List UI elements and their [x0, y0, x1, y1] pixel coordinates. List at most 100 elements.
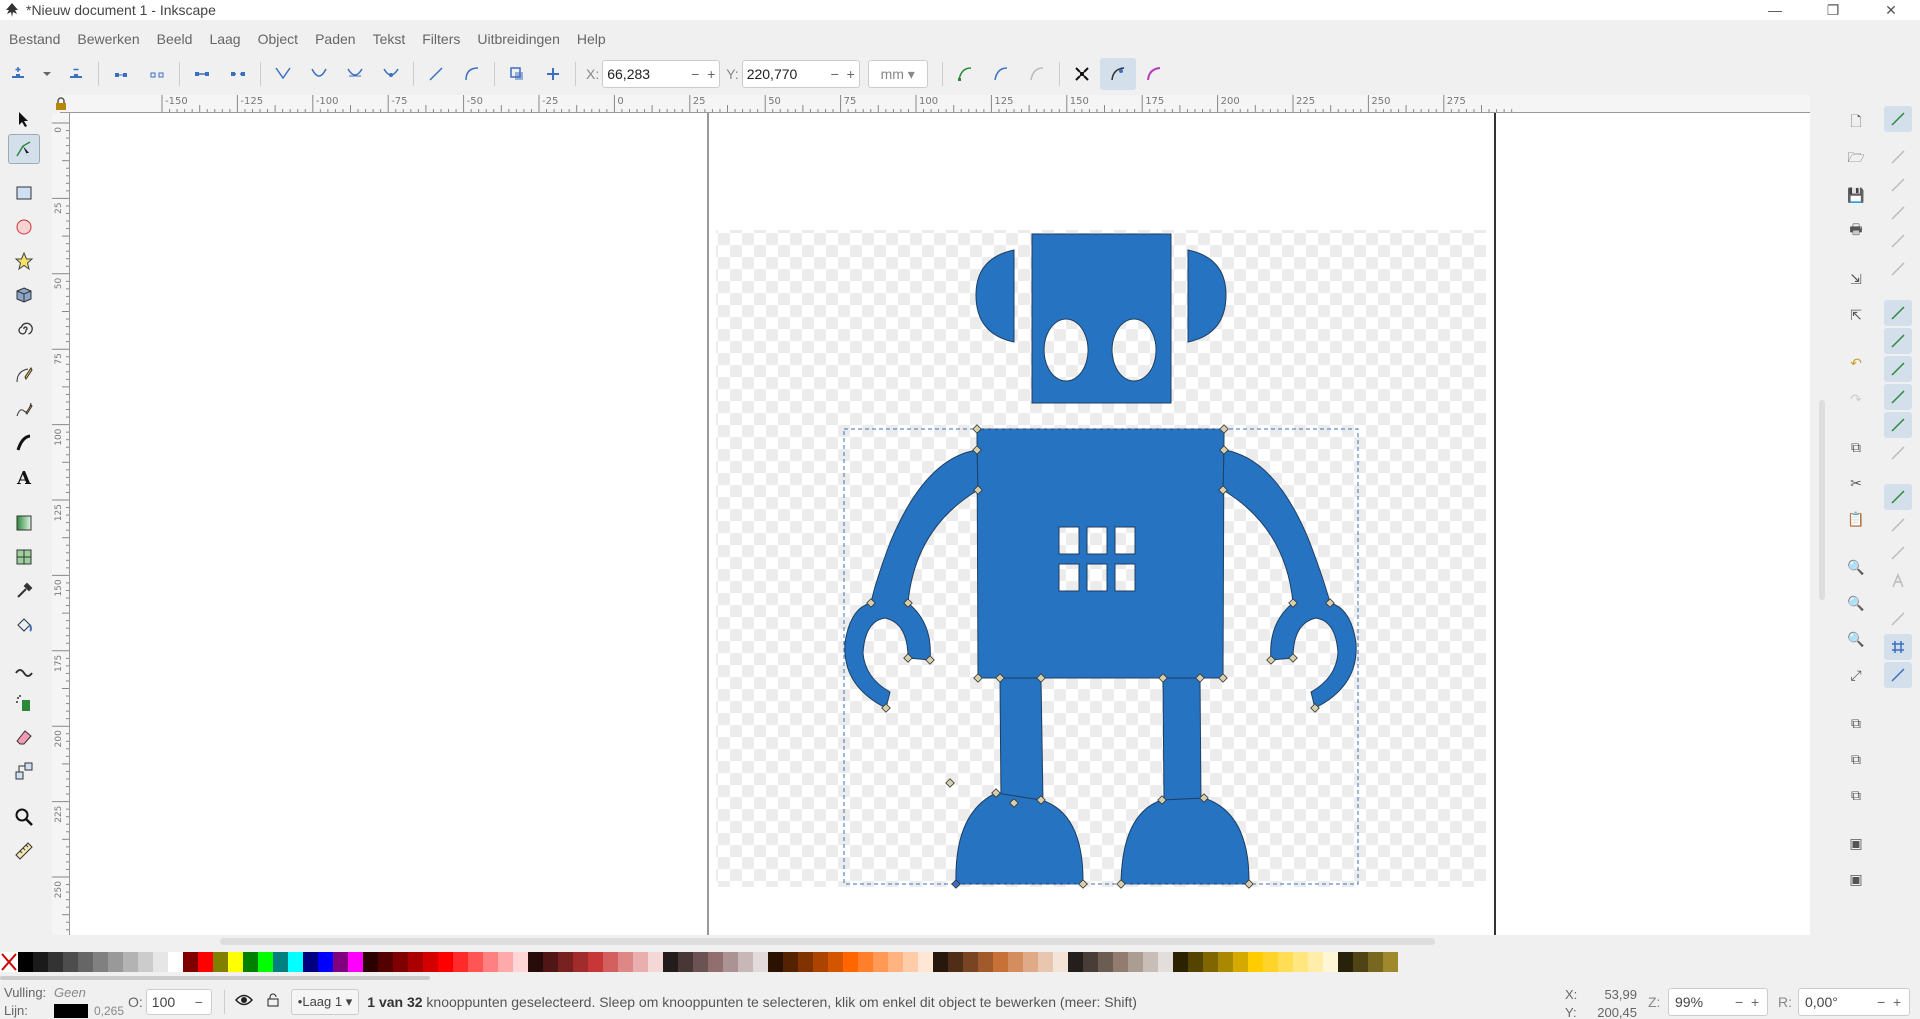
snap-page-border-icon[interactable] [1884, 606, 1912, 632]
mesh-tool-icon[interactable] [8, 542, 40, 572]
measure-tool-icon[interactable] [8, 836, 40, 866]
y-decrement-button[interactable]: − [827, 66, 843, 82]
palette-swatch[interactable] [453, 952, 468, 972]
print-icon[interactable]: 🖶 [1842, 218, 1870, 244]
palette-swatch[interactable] [243, 952, 258, 972]
snap-bbox-corner-icon[interactable] [1884, 200, 1912, 226]
vertical-scrollbar[interactable] [1819, 400, 1825, 600]
snap-intersection-icon[interactable] [1884, 356, 1912, 382]
new-document-icon[interactable]: 🗋 [1842, 110, 1870, 136]
snap-rotation-center-icon[interactable] [1884, 540, 1912, 566]
palette-swatch[interactable] [558, 952, 573, 972]
open-document-icon[interactable]: 🗁 [1842, 146, 1870, 172]
snap-path-icon[interactable] [1884, 328, 1912, 354]
x-value[interactable]: 66,283 [603, 66, 687, 82]
palette-swatch[interactable] [1038, 952, 1053, 972]
segment-line-icon[interactable] [418, 58, 454, 90]
palette-swatch[interactable] [723, 952, 738, 972]
calligraphy-tool-icon[interactable] [8, 428, 40, 458]
palette-swatch[interactable] [528, 952, 543, 972]
palette-swatch[interactable] [873, 952, 888, 972]
palette-swatch[interactable] [633, 952, 648, 972]
opacity-decrement-button[interactable]: − [195, 994, 211, 1010]
palette-swatch[interactable] [1098, 952, 1113, 972]
y-value[interactable]: 220,770 [743, 66, 827, 82]
palette-swatch[interactable] [273, 952, 288, 972]
zoom-drawing-icon[interactable]: 🔍 [1842, 590, 1870, 616]
palette-swatch[interactable] [963, 952, 978, 972]
palette-swatch[interactable] [1323, 952, 1338, 972]
snap-object-center-icon[interactable] [1884, 512, 1912, 538]
no-paint-swatch[interactable] [0, 952, 18, 972]
palette-swatch[interactable] [798, 952, 813, 972]
redo-icon[interactable]: ↷ [1842, 386, 1870, 412]
palette-swatch[interactable] [618, 952, 633, 972]
menu-filters[interactable]: Filters [413, 31, 468, 47]
opacity-value[interactable]: 100 [147, 994, 195, 1010]
bezier-pen-tool-icon[interactable] [8, 360, 40, 390]
node-smooth-icon[interactable] [301, 58, 337, 90]
opacity-input[interactable]: 100 − [145, 988, 212, 1015]
palette-swatch[interactable] [303, 952, 318, 972]
palette-swatch[interactable] [588, 952, 603, 972]
stroke-swatch[interactable] [54, 1004, 88, 1018]
lock-guides-icon[interactable] [52, 95, 70, 113]
palette-swatch[interactable] [693, 952, 708, 972]
palette-swatch[interactable] [1263, 952, 1278, 972]
palette-swatch[interactable] [438, 952, 453, 972]
palette-swatch[interactable] [1368, 952, 1383, 972]
fill-stroke-indicator[interactable]: Vulling: Geen Lijn: 0,265 [4, 984, 128, 1019]
paste-icon[interactable]: 📋 [1842, 506, 1870, 532]
palette-swatch[interactable] [33, 952, 48, 972]
robot-body[interactable] [976, 428, 1225, 679]
palette-swatch[interactable] [1338, 952, 1353, 972]
palette-swatch[interactable] [183, 952, 198, 972]
palette-swatch[interactable] [168, 952, 183, 972]
palette-swatch[interactable] [1278, 952, 1293, 972]
palette-swatch[interactable] [1383, 952, 1398, 972]
snap-nodes-icon[interactable] [1884, 300, 1912, 326]
rotate-input[interactable]: 0,00° − + [1798, 988, 1910, 1016]
palette-swatch[interactable] [258, 952, 273, 972]
palette-swatch[interactable] [228, 952, 243, 972]
palette-swatch[interactable] [783, 952, 798, 972]
palette-swatch[interactable] [468, 952, 483, 972]
snap-cusp-node-icon[interactable] [1884, 384, 1912, 410]
insert-node-dropdown-icon[interactable] [36, 58, 58, 90]
export-icon[interactable]: ⇱ [1842, 302, 1870, 328]
stroke-to-path-icon[interactable] [535, 58, 571, 90]
palette-swatch[interactable] [93, 952, 108, 972]
menu-laag[interactable]: Laag [200, 31, 248, 47]
palette-swatch[interactable] [648, 952, 663, 972]
toggle-layer-visibility-icon[interactable] [234, 993, 253, 1010]
node-auto-smooth-icon[interactable] [373, 58, 409, 90]
x-increment-button[interactable]: + [703, 66, 719, 82]
node-symmetric-icon[interactable] [337, 58, 373, 90]
snap-line-midpoint-icon[interactable] [1884, 440, 1912, 466]
palette-swatch[interactable] [948, 952, 963, 972]
palette-swatch[interactable] [663, 952, 678, 972]
zoom-input[interactable]: 99% − + [1668, 988, 1768, 1016]
palette-swatch[interactable] [843, 952, 858, 972]
layer-select[interactable]: •Laag 1 ▾ [290, 988, 360, 1015]
undo-icon[interactable]: ↶ [1842, 350, 1870, 376]
palette-swatch[interactable] [1008, 952, 1023, 972]
text-tool-icon[interactable]: A [8, 462, 40, 492]
palette-swatch[interactable] [708, 952, 723, 972]
zoom-tool-icon[interactable] [8, 802, 40, 832]
eraser-tool-icon[interactable] [8, 722, 40, 752]
selector-tool-icon[interactable] [8, 104, 40, 134]
palette-swatch[interactable] [288, 952, 303, 972]
palette-swatch[interactable] [1143, 952, 1158, 972]
snap-guide-icon[interactable] [1884, 662, 1912, 688]
y-increment-button[interactable]: + [843, 66, 859, 82]
palette-swatch[interactable] [108, 952, 123, 972]
delete-segment-icon[interactable] [220, 58, 256, 90]
menu-tekst[interactable]: Tekst [364, 31, 414, 47]
palette-swatch[interactable] [1053, 952, 1068, 972]
palette-swatch[interactable] [423, 952, 438, 972]
menu-beeld[interactable]: Beeld [148, 31, 201, 47]
snap-bbox-icon[interactable] [1884, 144, 1912, 170]
insert-node-icon[interactable] [0, 58, 36, 90]
menu-help[interactable]: Help [568, 31, 614, 47]
